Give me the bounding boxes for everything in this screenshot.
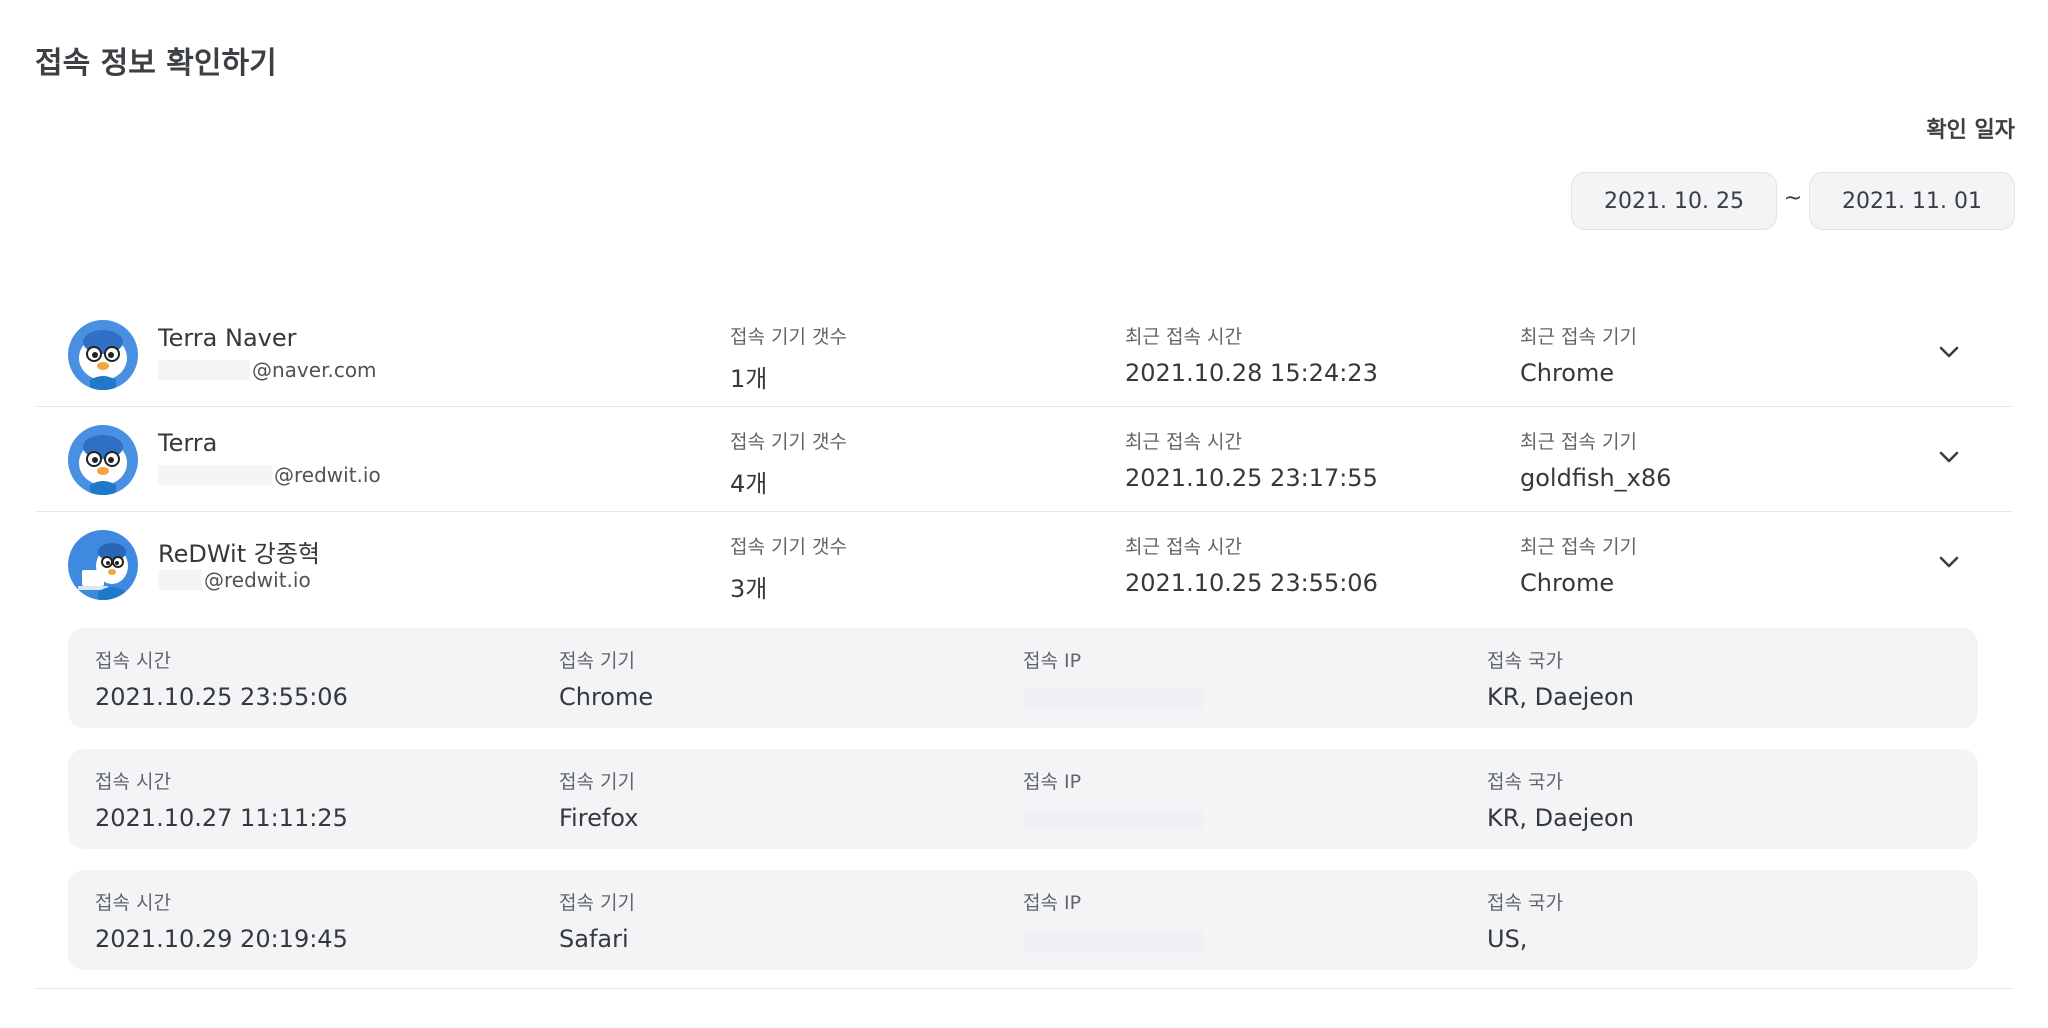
ip-redaction — [1023, 810, 1203, 830]
session-card: 접속 시간 2021.10.25 23:55:06 접속 기기 Chrome 접… — [68, 628, 1978, 728]
recent-access-time-label: 최근 접속 시간 — [1125, 326, 1242, 348]
recent-access-time-value: 2021.10.28 15:24:23 — [1125, 359, 1378, 387]
date-range-label: 확인 일자 — [1926, 118, 2015, 143]
chevron-down-icon[interactable] — [1935, 338, 1963, 366]
penguin-avatar-icon — [68, 425, 138, 495]
email-redaction — [158, 360, 250, 380]
recent-access-time-value: 2021.10.25 23:55:06 — [1125, 569, 1378, 597]
session-device-value: Chrome — [559, 683, 654, 711]
device-count-value: 3개 — [730, 575, 768, 603]
session-country-label: 접속 국가 — [1487, 892, 1563, 914]
user-email-domain: @redwit.io — [274, 463, 381, 487]
session-ip: 접속 IP — [1023, 646, 1203, 709]
session-time: 접속 시간 2021.10.27 11:11:25 — [95, 767, 348, 832]
user-row[interactable]: Terra @redwit.io 접속 기기 갯수 4개 최근 접속 시간 20… — [35, 407, 2013, 512]
session-time-label: 접속 시간 — [95, 650, 171, 672]
session-device: 접속 기기 Firefox — [559, 767, 638, 832]
recent-access-device: 최근 접속 기기 goldfish_x86 — [1520, 427, 1671, 492]
recent-access-device: 최근 접속 기기 Chrome — [1520, 322, 1637, 387]
session-device-value: Firefox — [559, 804, 639, 832]
session-ip-label: 접속 IP — [1023, 892, 1082, 914]
user-row[interactable]: Terra Naver @naver.com 접속 기기 갯수 1개 최근 접속… — [35, 302, 2013, 407]
device-count-label: 접속 기기 갯수 — [730, 536, 847, 558]
recent-access-device-label: 최근 접속 기기 — [1520, 431, 1637, 453]
session-ip: 접속 IP — [1023, 767, 1203, 830]
device-count: 접속 기기 갯수 3개 — [730, 532, 847, 604]
user-email: @redwit.io — [158, 568, 311, 592]
ip-redaction — [1023, 931, 1203, 951]
session-device: 접속 기기 Safari — [559, 888, 635, 953]
date-range-picker: 2021. 10. 25 ~ 2021. 11. 01 — [1571, 172, 2015, 230]
user-access-list: Terra Naver @naver.com 접속 기기 갯수 1개 최근 접속… — [35, 302, 2013, 989]
session-country-value: KR, Daejeon — [1487, 804, 1634, 832]
device-count-value: 4개 — [730, 470, 768, 498]
session-time: 접속 시간 2021.10.25 23:55:06 — [95, 646, 348, 711]
email-redaction — [158, 465, 272, 485]
user-email: @redwit.io — [158, 463, 381, 487]
session-country: 접속 국가 KR, Daejeon — [1487, 646, 1634, 711]
session-country-value: US, — [1487, 925, 1528, 953]
recent-access-time: 최근 접속 시간 2021.10.25 23:17:55 — [1125, 427, 1378, 492]
penguin-avatar-icon — [68, 320, 138, 390]
session-country-label: 접속 국가 — [1487, 650, 1563, 672]
session-ip-label: 접속 IP — [1023, 650, 1082, 672]
session-device-label: 접속 기기 — [559, 650, 635, 672]
start-date-input[interactable]: 2021. 10. 25 — [1571, 172, 1777, 230]
session-time-value: 2021.10.25 23:55:06 — [95, 683, 348, 711]
ip-redaction — [1023, 689, 1203, 709]
user-row-expanded[interactable]: ReDWit 강종혁 @redwit.io 접속 기기 갯수 3개 최근 접속 … — [35, 512, 2013, 616]
user-name: Terra — [158, 429, 218, 457]
recent-access-time-label: 최근 접속 시간 — [1125, 431, 1242, 453]
chevron-down-icon[interactable] — [1935, 443, 1963, 471]
session-device-value: Safari — [559, 925, 629, 953]
session-card: 접속 시간 2021.10.27 11:11:25 접속 기기 Firefox … — [68, 749, 1978, 849]
recent-access-device: 최근 접속 기기 Chrome — [1520, 532, 1637, 597]
session-card: 접속 시간 2021.10.29 20:19:45 접속 기기 Safari 접… — [68, 870, 1978, 970]
device-count: 접속 기기 갯수 1개 — [730, 322, 847, 394]
device-count-label: 접속 기기 갯수 — [730, 326, 847, 348]
email-redaction — [158, 570, 202, 590]
session-time-value: 2021.10.29 20:19:45 — [95, 925, 348, 953]
session-device-label: 접속 기기 — [559, 892, 635, 914]
session-ip-label: 접속 IP — [1023, 771, 1082, 793]
recent-access-device-value: Chrome — [1520, 359, 1615, 387]
device-count-label: 접속 기기 갯수 — [730, 431, 847, 453]
recent-access-time-value: 2021.10.25 23:17:55 — [1125, 464, 1378, 492]
page-title: 접속 정보 확인하기 — [35, 46, 277, 81]
device-count: 접속 기기 갯수 4개 — [730, 427, 847, 499]
recent-access-device-label: 최근 접속 기기 — [1520, 326, 1637, 348]
session-country: 접속 국가 KR, Daejeon — [1487, 767, 1634, 832]
session-ip: 접속 IP — [1023, 888, 1203, 951]
user-name: Terra Naver — [158, 324, 297, 352]
session-country-label: 접속 국가 — [1487, 771, 1563, 793]
user-name: ReDWit 강종혁 — [158, 540, 320, 568]
recent-access-device-value: Chrome — [1520, 569, 1615, 597]
date-range-separator: ~ — [1783, 185, 1803, 211]
session-device-label: 접속 기기 — [559, 771, 635, 793]
recent-access-time: 최근 접속 시간 2021.10.28 15:24:23 — [1125, 322, 1378, 387]
user-email-domain: @redwit.io — [204, 568, 311, 592]
end-date-input[interactable]: 2021. 11. 01 — [1809, 172, 2015, 230]
penguin-laptop-avatar-icon — [68, 530, 138, 600]
device-count-value: 1개 — [730, 365, 768, 393]
chevron-down-icon[interactable] — [1935, 548, 1963, 576]
session-time-label: 접속 시간 — [95, 771, 171, 793]
session-detail-list: 접속 시간 2021.10.25 23:55:06 접속 기기 Chrome 접… — [35, 616, 2013, 989]
session-time-value: 2021.10.27 11:11:25 — [95, 804, 348, 832]
session-country-value: KR, Daejeon — [1487, 683, 1634, 711]
recent-access-time-label: 최근 접속 시간 — [1125, 536, 1242, 558]
recent-access-device-value: goldfish_x86 — [1520, 464, 1672, 492]
recent-access-device-label: 최근 접속 기기 — [1520, 536, 1637, 558]
recent-access-time: 최근 접속 시간 2021.10.25 23:55:06 — [1125, 532, 1378, 597]
session-country: 접속 국가 US, — [1487, 888, 1563, 953]
session-time-label: 접속 시간 — [95, 892, 171, 914]
session-device: 접속 기기 Chrome — [559, 646, 653, 711]
user-email: @naver.com — [158, 358, 377, 382]
user-email-domain: @naver.com — [252, 358, 377, 382]
session-time: 접속 시간 2021.10.29 20:19:45 — [95, 888, 348, 953]
